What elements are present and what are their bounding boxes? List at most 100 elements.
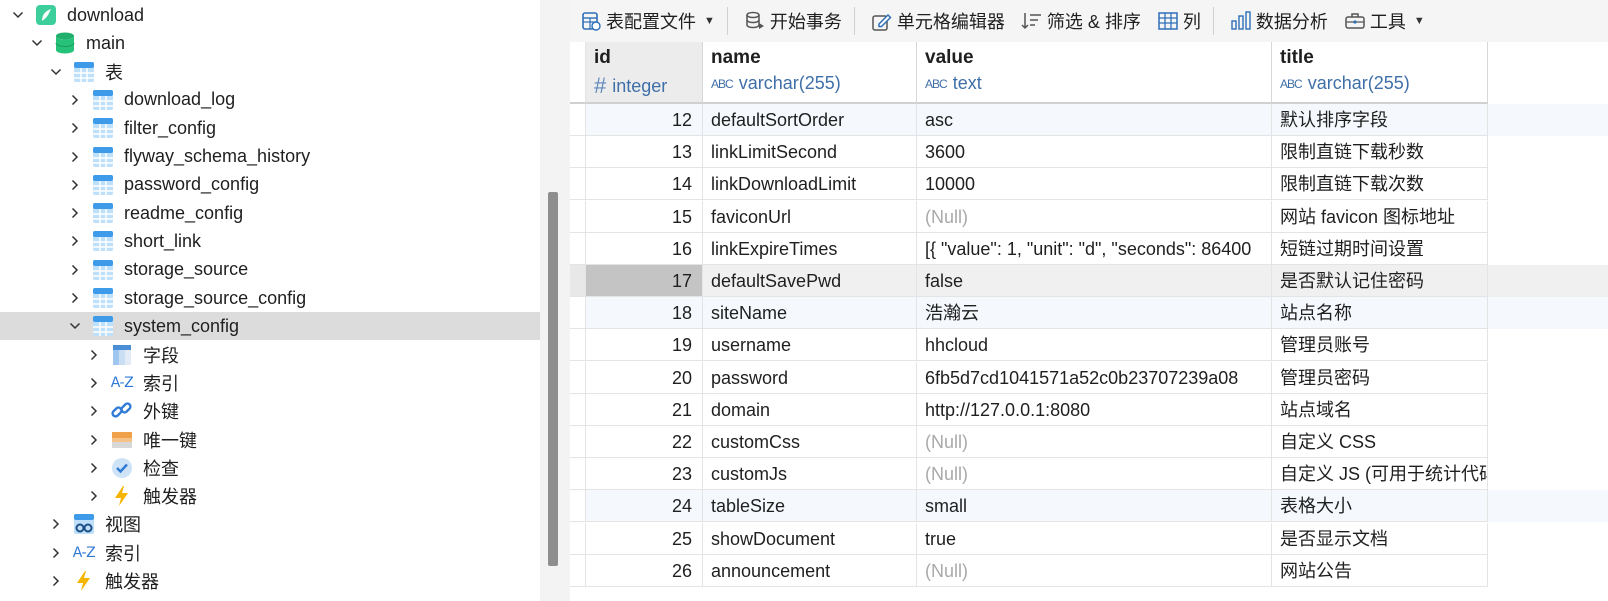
column-header-id[interactable]: id # integer — [586, 42, 703, 104]
table-row[interactable]: 15 faviconUrl (Null) 网站 favicon 图标地址 — [570, 200, 1608, 233]
cell-name[interactable]: faviconUrl — [703, 200, 917, 233]
tree-item[interactable]: 视图 — [0, 510, 540, 538]
cell-title[interactable]: 站点域名 — [1272, 393, 1488, 426]
row-selector[interactable] — [570, 361, 586, 394]
table-row[interactable]: 21 domain http://127.0.0.1:8080 站点域名 — [570, 393, 1608, 426]
tree-item[interactable]: 表 — [0, 58, 540, 86]
cell-name[interactable]: customJs — [703, 458, 917, 491]
tree-item[interactable]: short_link — [0, 227, 540, 255]
table-config-file-button[interactable]: 表配置文件 ▼ — [574, 5, 721, 37]
table-row[interactable]: 17 defaultSavePwd false 是否默认记住密码 — [570, 265, 1608, 297]
cell-value[interactable]: [{ "value": 1, "unit": "d", "seconds": 8… — [917, 232, 1272, 265]
chevron-right-icon[interactable] — [48, 516, 64, 532]
cell-title[interactable]: 限制直链下载次数 — [1272, 168, 1488, 201]
cell-id[interactable]: 24 — [586, 490, 703, 523]
tree-item[interactable]: filter_config — [0, 114, 540, 142]
column-header-value[interactable]: value ABC text — [917, 42, 1272, 104]
tree-item[interactable]: 触发器 — [0, 567, 540, 595]
chevron-right-icon[interactable] — [86, 488, 102, 504]
row-selector[interactable] — [570, 393, 586, 426]
cell-editor-button[interactable]: 单元格编辑器 — [865, 5, 1011, 37]
row-selector[interactable] — [570, 104, 586, 136]
cell-title[interactable]: 限制直链下载秒数 — [1272, 136, 1488, 169]
chevron-right-icon[interactable] — [67, 120, 83, 136]
row-selector[interactable] — [570, 490, 586, 523]
cell-name[interactable]: customCss — [703, 426, 917, 458]
cell-title[interactable]: 网站 favicon 图标地址 — [1272, 200, 1488, 233]
cell-name[interactable]: announcement — [703, 554, 917, 587]
chevron-down-icon[interactable] — [29, 35, 45, 51]
chevron-right-icon[interactable] — [86, 403, 102, 419]
cell-id[interactable]: 18 — [586, 297, 703, 330]
table-row[interactable]: 13 linkLimitSecond 3600 限制直链下载秒数 — [570, 136, 1608, 169]
chevron-down-icon[interactable] — [67, 318, 83, 334]
cell-value[interactable]: (Null) — [917, 458, 1272, 491]
select-all-corner[interactable] — [570, 42, 586, 104]
cell-name[interactable]: domain — [703, 393, 917, 426]
tools-button[interactable]: 工具 ▼ — [1338, 5, 1431, 37]
cell-title[interactable]: 网站公告 — [1272, 554, 1488, 587]
tree-scrollbar[interactable] — [540, 0, 570, 601]
tree-item[interactable]: 字段 — [0, 341, 540, 369]
chevron-right-icon[interactable] — [67, 205, 83, 221]
cell-id[interactable]: 26 — [586, 554, 703, 587]
cell-name[interactable]: defaultSavePwd — [703, 265, 917, 297]
cell-value[interactable]: false — [917, 265, 1272, 297]
chevron-right-icon[interactable] — [67, 149, 83, 165]
table-row[interactable]: 12 defaultSortOrder asc 默认排序字段 — [570, 104, 1608, 136]
table-row[interactable]: 23 customJs (Null) 自定义 JS (可用于统计代码 — [570, 458, 1608, 491]
row-selector[interactable] — [570, 426, 586, 458]
cell-id[interactable]: 19 — [586, 329, 703, 362]
cell-name[interactable]: siteName — [703, 297, 917, 330]
cell-id[interactable]: 15 — [586, 200, 703, 233]
tree-item[interactable]: 外键 — [0, 397, 540, 425]
chevron-right-icon[interactable] — [67, 233, 83, 249]
tree-item[interactable]: 触发器 — [0, 482, 540, 510]
filter-sort-button[interactable]: 筛选 & 排序 — [1015, 5, 1147, 37]
tree-item[interactable]: storage_source_config — [0, 284, 540, 312]
row-selector[interactable] — [570, 136, 586, 169]
tree-item[interactable]: download_log — [0, 86, 540, 114]
tree-item[interactable]: download — [0, 1, 540, 29]
cell-value[interactable]: asc — [917, 104, 1272, 136]
cell-name[interactable]: defaultSortOrder — [703, 104, 917, 136]
tree-item[interactable]: storage_source — [0, 256, 540, 284]
row-selector[interactable] — [570, 554, 586, 587]
cell-value[interactable]: 3600 — [917, 136, 1272, 169]
row-selector[interactable] — [570, 329, 586, 362]
cell-title[interactable]: 管理员密码 — [1272, 361, 1488, 394]
chevron-right-icon[interactable] — [67, 290, 83, 306]
cell-value[interactable]: 浩瀚云 — [917, 297, 1272, 330]
cell-id[interactable]: 23 — [586, 458, 703, 491]
cell-title[interactable]: 是否显示文档 — [1272, 522, 1488, 555]
cell-name[interactable]: tableSize — [703, 490, 917, 523]
chevron-down-icon[interactable] — [48, 64, 64, 80]
cell-value[interactable]: (Null) — [917, 554, 1272, 587]
row-selector[interactable] — [570, 522, 586, 555]
chevron-right-icon[interactable] — [48, 545, 64, 561]
chevron-right-icon[interactable] — [86, 375, 102, 391]
cell-name[interactable]: password — [703, 361, 917, 394]
cell-title[interactable]: 是否默认记住密码 — [1272, 265, 1488, 297]
cell-value[interactable]: true — [917, 522, 1272, 555]
tree-item[interactable]: 唯一键 — [0, 426, 540, 454]
row-selector[interactable] — [570, 200, 586, 233]
table-row[interactable]: 16 linkExpireTimes[{ "value": 1, "unit": … — [570, 232, 1608, 265]
table-row[interactable]: 18 siteName 浩瀚云 站点名称 — [570, 297, 1608, 330]
tree-item[interactable]: password_config — [0, 171, 540, 199]
row-selector[interactable] — [570, 265, 586, 297]
tree-item[interactable]: A-Z 索引 — [0, 369, 540, 397]
table-row[interactable]: 24 tableSize small 表格大小 — [570, 490, 1608, 523]
cell-value[interactable]: 10000 — [917, 168, 1272, 201]
chevron-right-icon[interactable] — [67, 262, 83, 278]
table-row[interactable]: 25 showDocument true 是否显示文档 — [570, 522, 1608, 555]
cell-id[interactable]: 13 — [586, 136, 703, 169]
cell-title[interactable]: 表格大小 — [1272, 490, 1488, 523]
table-row[interactable]: 20 password 6fb5d7cd1041571a52c0b23707239a… — [570, 361, 1608, 394]
cell-id[interactable]: 17 — [586, 265, 703, 297]
chevron-right-icon[interactable] — [67, 92, 83, 108]
chevron-right-icon[interactable] — [67, 177, 83, 193]
cell-name[interactable]: linkLimitSecond — [703, 136, 917, 169]
cell-name[interactable]: linkDownloadLimit — [703, 168, 917, 201]
chevron-right-icon[interactable] — [86, 460, 102, 476]
